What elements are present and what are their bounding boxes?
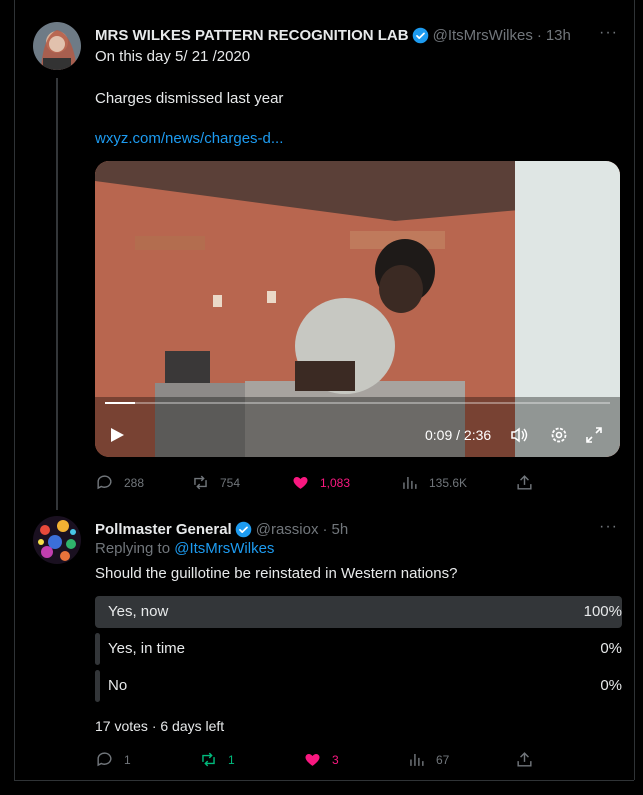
share-icon [517, 475, 532, 490]
heart-filled-icon [305, 754, 320, 766]
thread-connector [56, 78, 58, 510]
retweet-count: 754 [220, 475, 241, 490]
separator-dot: · [322, 520, 328, 538]
tweet-actions: 1 1 3 67 [95, 750, 535, 770]
video-player[interactable]: 0:09 / 2:36 [95, 161, 620, 457]
retweet-icon [194, 475, 207, 490]
poll-bar [95, 633, 100, 665]
handle[interactable]: @ItsMrsWilkes [433, 27, 533, 44]
avatar[interactable] [33, 516, 81, 564]
poll-option: Yes, in time 0% [95, 633, 622, 665]
views-bar-chart-icon [410, 753, 424, 766]
poll-option-percent: 100% [583, 603, 622, 620]
retweet-icon [202, 752, 215, 767]
tweet-text-line1: On this day 5/ 21 /2020 [95, 48, 251, 65]
fullscreen-icon[interactable] [585, 426, 603, 444]
settings-gear-icon[interactable] [550, 426, 568, 444]
poll-option-label: No [108, 677, 128, 694]
timeline-column: MRS WILKES PATTERN RECOGNITION LAB @ItsM… [14, 0, 635, 780]
views-bar-chart-icon [403, 476, 417, 489]
replying-to: Replying to @ItsMrsWilkes [95, 540, 274, 557]
timestamp[interactable]: 5h [331, 521, 348, 538]
video-progress-track[interactable] [105, 402, 610, 404]
handle[interactable]: @rassiox [256, 521, 319, 538]
play-icon[interactable] [109, 427, 125, 443]
video-progress-fill [105, 402, 136, 404]
poll-meta: 17 votes · 6 days left [95, 718, 225, 734]
verified-badge-icon [412, 27, 428, 43]
more-options-icon[interactable]: ··· [599, 518, 618, 536]
views-button[interactable]: 67 [407, 750, 449, 769]
share-button[interactable] [515, 750, 534, 769]
tweet-text: Should the guillotine be reinstated in W… [95, 565, 458, 582]
tweet-text-line2: Charges dismissed last year [95, 90, 284, 107]
retweet-button[interactable]: 1 [199, 750, 235, 769]
tweet-actions: 288 754 1,083 135.6K [95, 473, 535, 493]
views-button[interactable]: 135.6K [400, 473, 467, 492]
like-count: 1,083 [320, 475, 351, 490]
tweet-link[interactable]: wxyz.com/news/charges-d... [95, 130, 283, 147]
reply-icon [97, 752, 112, 767]
more-options-icon[interactable]: ··· [599, 24, 618, 42]
views-count: 135.6K [429, 475, 468, 490]
reply-count: 288 [124, 475, 145, 490]
reply-icon [97, 475, 112, 490]
display-name[interactable]: MRS WILKES PATTERN RECOGNITION LAB [95, 27, 409, 44]
retweet-count: 1 [228, 752, 235, 767]
reply-count: 1 [124, 752, 131, 767]
bottom-divider [14, 780, 634, 781]
poll-option-percent: 0% [600, 640, 622, 657]
like-button[interactable]: 1,083 [291, 473, 350, 492]
retweet-button[interactable]: 754 [191, 473, 240, 492]
avatar[interactable] [33, 22, 81, 70]
heart-filled-icon [293, 477, 308, 489]
timestamp[interactable]: 13h [546, 27, 571, 44]
like-count: 3 [332, 752, 339, 767]
video-time: 0:09 / 2:36 [425, 427, 492, 443]
volume-icon[interactable] [510, 426, 528, 444]
video-frame [95, 161, 620, 457]
poll-option: Yes, now 100% [95, 596, 622, 628]
replying-to-prefix: Replying to [95, 540, 175, 557]
replying-to-handle[interactable]: @ItsMrsWilkes [174, 540, 274, 557]
poll-option: No 0% [95, 670, 622, 702]
poll-option-label: Yes, in time [108, 640, 185, 657]
reply-button[interactable]: 1 [95, 750, 131, 769]
share-icon [517, 752, 532, 767]
reply-button[interactable]: 288 [95, 473, 144, 492]
views-count: 67 [436, 752, 450, 767]
poll-option-label: Yes, now [108, 603, 169, 620]
poll-bar [95, 596, 622, 628]
poll-option-percent: 0% [600, 677, 622, 694]
tweet-1[interactable]: MRS WILKES PATTERN RECOGNITION LAB @ItsM… [15, 22, 634, 502]
like-button[interactable]: 3 [303, 750, 339, 769]
share-button[interactable] [515, 473, 534, 492]
separator-dot: · [536, 26, 542, 44]
display-name[interactable]: Pollmaster General [95, 521, 232, 538]
poll-bar [95, 670, 100, 702]
tweet-2[interactable]: Pollmaster General @rassiox · 5h ··· Rep… [15, 516, 634, 776]
verified-badge-icon [235, 521, 252, 537]
